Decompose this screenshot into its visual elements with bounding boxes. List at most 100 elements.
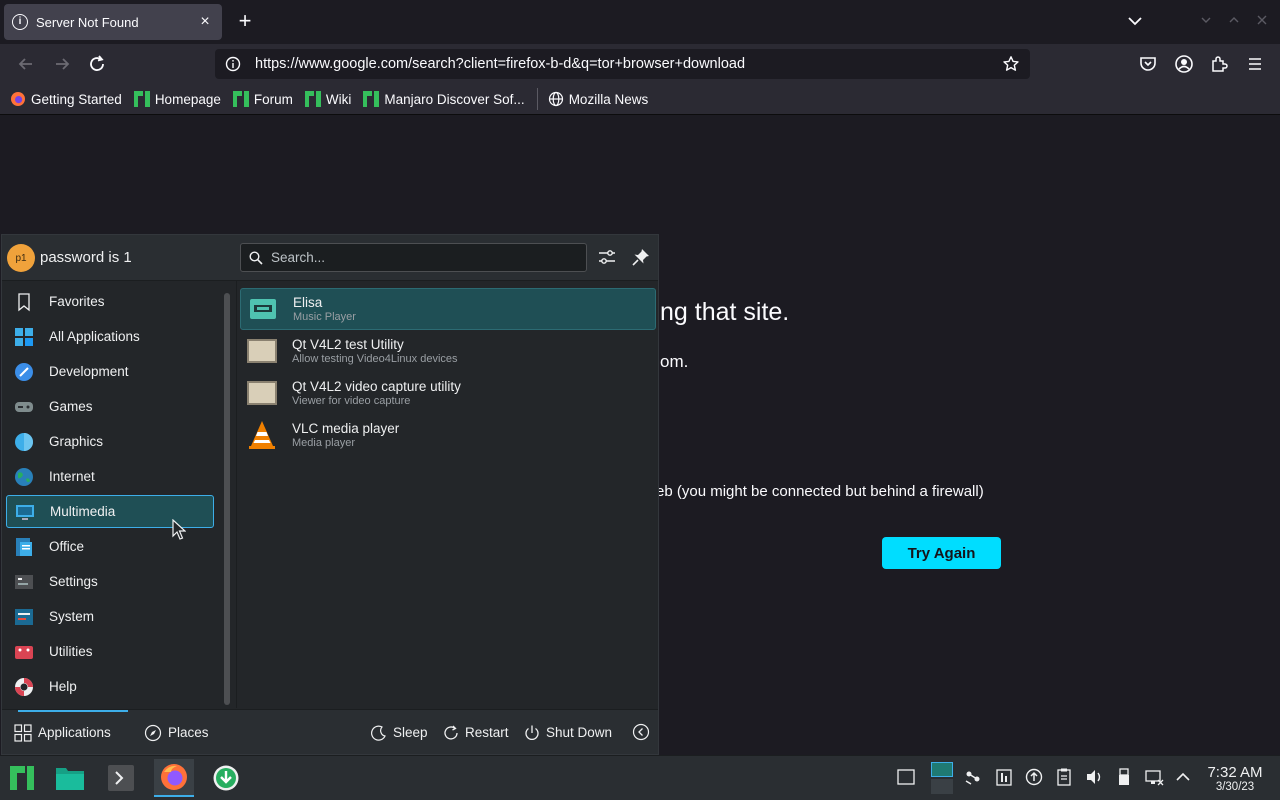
bookmark-manjaro-discover[interactable]: Manjaro Discover Sof...: [363, 91, 525, 107]
hamburger-menu-icon[interactable]: [1243, 52, 1267, 76]
bookmark-getting-started[interactable]: Getting Started: [10, 91, 122, 107]
clipboard-tool-icon[interactable]: [994, 766, 1014, 788]
clipboard-icon[interactable]: [1054, 766, 1074, 788]
taskbar-firefox[interactable]: [154, 759, 194, 797]
maximize-icon[interactable]: [1228, 14, 1240, 26]
virtual-desktop-pager[interactable]: [931, 762, 953, 794]
app-item-elisa[interactable]: Elisa Music Player: [240, 288, 656, 330]
url-bar[interactable]: https://www.google.com/search?client=fir…: [215, 49, 1030, 79]
volume-icon[interactable]: [1084, 766, 1104, 788]
app-item-qt-v4l2-test-utility[interactable]: Qt V4L2 test Utility Allow testing Video…: [240, 330, 656, 372]
bookmark-separator: [536, 88, 538, 110]
pocket-icon[interactable]: [1136, 52, 1160, 76]
url-text[interactable]: https://www.google.com/search?client=fir…: [255, 56, 1002, 72]
taskbar: 7:32 AM 3/30/23: [0, 755, 1280, 800]
bookmarks-toolbar: Getting Started Homepage Forum Wiki Manj…: [0, 84, 1280, 115]
updates-icon[interactable]: [1024, 766, 1044, 788]
try-again-button[interactable]: Try Again: [882, 537, 1001, 569]
app-item-qt-v4l2-video-capture[interactable]: Qt V4L2 video capture utility Viewer for…: [240, 372, 656, 414]
gamepad-icon: [14, 397, 34, 417]
list-all-tabs-icon[interactable]: [1126, 12, 1144, 30]
bookmark-star-icon[interactable]: [1002, 55, 1020, 73]
category-graphics[interactable]: Graphics: [6, 425, 214, 458]
launcher-footer: Applications Places Sleep Restart Shut D…: [2, 709, 658, 754]
launcher-header: p1 password is 1 Search...: [2, 235, 658, 281]
restart-icon: [444, 725, 458, 740]
qvidcap-icon: [247, 381, 277, 405]
taskbar-file-manager[interactable]: [50, 759, 90, 797]
launcher-button[interactable]: [2, 759, 42, 797]
utilities-icon: [14, 642, 34, 662]
power-icon: [525, 725, 539, 740]
forward-arrow-icon[interactable]: [50, 52, 74, 76]
category-games[interactable]: Games: [6, 390, 214, 423]
category-help[interactable]: Help: [6, 670, 214, 703]
category-utilities[interactable]: Utilities: [6, 635, 214, 668]
launcher-search-input[interactable]: Search...: [240, 243, 587, 272]
column-divider: [236, 281, 237, 708]
site-info-icon[interactable]: [225, 56, 241, 72]
kdeconnect-icon[interactable]: [963, 766, 983, 788]
grid-icon: [14, 327, 34, 347]
category-development[interactable]: Development: [6, 355, 214, 388]
tab-places[interactable]: Places: [144, 710, 209, 755]
multimedia-icon: [15, 502, 35, 522]
account-icon[interactable]: [1172, 52, 1196, 76]
manjaro-icon: [363, 91, 380, 107]
bookmark-mozilla-news[interactable]: Mozilla News: [548, 91, 648, 107]
extensions-icon[interactable]: [1207, 52, 1231, 76]
tab-close-button[interactable]: ×: [196, 13, 214, 31]
window-close-icon[interactable]: [1256, 14, 1268, 26]
taskbar-downloader[interactable]: [206, 759, 246, 797]
bookmark-homepage[interactable]: Homepage: [133, 91, 221, 107]
tab-applications[interactable]: Applications: [14, 710, 128, 755]
download-icon: [213, 765, 239, 791]
restart-button[interactable]: Restart: [442, 710, 509, 755]
app-name: Qt V4L2 test Utility: [292, 337, 404, 352]
new-tab-button[interactable]: +: [234, 10, 256, 32]
clock-date[interactable]: 3/30/23: [1200, 781, 1270, 793]
chevron-left-icon[interactable]: [632, 723, 650, 741]
reload-icon[interactable]: [85, 52, 109, 76]
minimize-icon[interactable]: [1200, 14, 1212, 26]
browser-tab[interactable]: i Server Not Found ×: [4, 4, 222, 40]
tab-title: Server Not Found: [36, 14, 139, 30]
app-description: Music Player: [293, 311, 356, 323]
chevron-up-icon[interactable]: [1173, 766, 1193, 788]
bookmark-wiki[interactable]: Wiki: [304, 91, 351, 107]
shutdown-button[interactable]: Shut Down: [523, 710, 612, 755]
app-name: Qt V4L2 video capture utility: [292, 379, 461, 394]
graphics-icon: [14, 432, 34, 452]
configure-sliders-icon[interactable]: [597, 247, 617, 267]
desktop-2[interactable]: [931, 779, 953, 794]
bookmark-icon: [14, 292, 34, 312]
taskbar-terminal[interactable]: [101, 759, 141, 797]
settings-icon: [14, 572, 34, 592]
folder-icon: [56, 768, 84, 790]
usb-device-icon[interactable]: [1114, 766, 1134, 788]
category-settings[interactable]: Settings: [6, 565, 214, 598]
app-description: Viewer for video capture: [292, 395, 411, 407]
back-arrow-icon[interactable]: [14, 52, 38, 76]
firefox-icon: [161, 764, 187, 790]
avatar[interactable]: p1: [7, 244, 35, 272]
network-icon[interactable]: [1144, 766, 1164, 788]
manjaro-icon: [304, 91, 321, 107]
category-scrollbar[interactable]: [224, 293, 230, 705]
app-item-vlc[interactable]: VLC media player Media player: [240, 414, 656, 456]
show-desktop-icon[interactable]: [896, 766, 916, 788]
browser-tab-bar: i Server Not Found × +: [0, 0, 1280, 44]
category-system[interactable]: System: [6, 600, 214, 633]
application-launcher: p1 password is 1 Search... Favorites All…: [1, 234, 659, 755]
pin-icon[interactable]: [631, 247, 651, 267]
desktop-1[interactable]: [931, 762, 953, 777]
category-favorites[interactable]: Favorites: [6, 285, 214, 318]
category-all-applications[interactable]: All Applications: [6, 320, 214, 353]
firefox-icon: [11, 92, 25, 106]
globe-icon: [548, 91, 563, 107]
clock-time[interactable]: 7:32 AM: [1200, 764, 1270, 781]
bookmark-forum[interactable]: Forum: [232, 91, 293, 107]
sleep-button[interactable]: Sleep: [370, 710, 428, 755]
category-internet[interactable]: Internet: [6, 460, 214, 493]
mouse-cursor-icon: [172, 519, 186, 540]
